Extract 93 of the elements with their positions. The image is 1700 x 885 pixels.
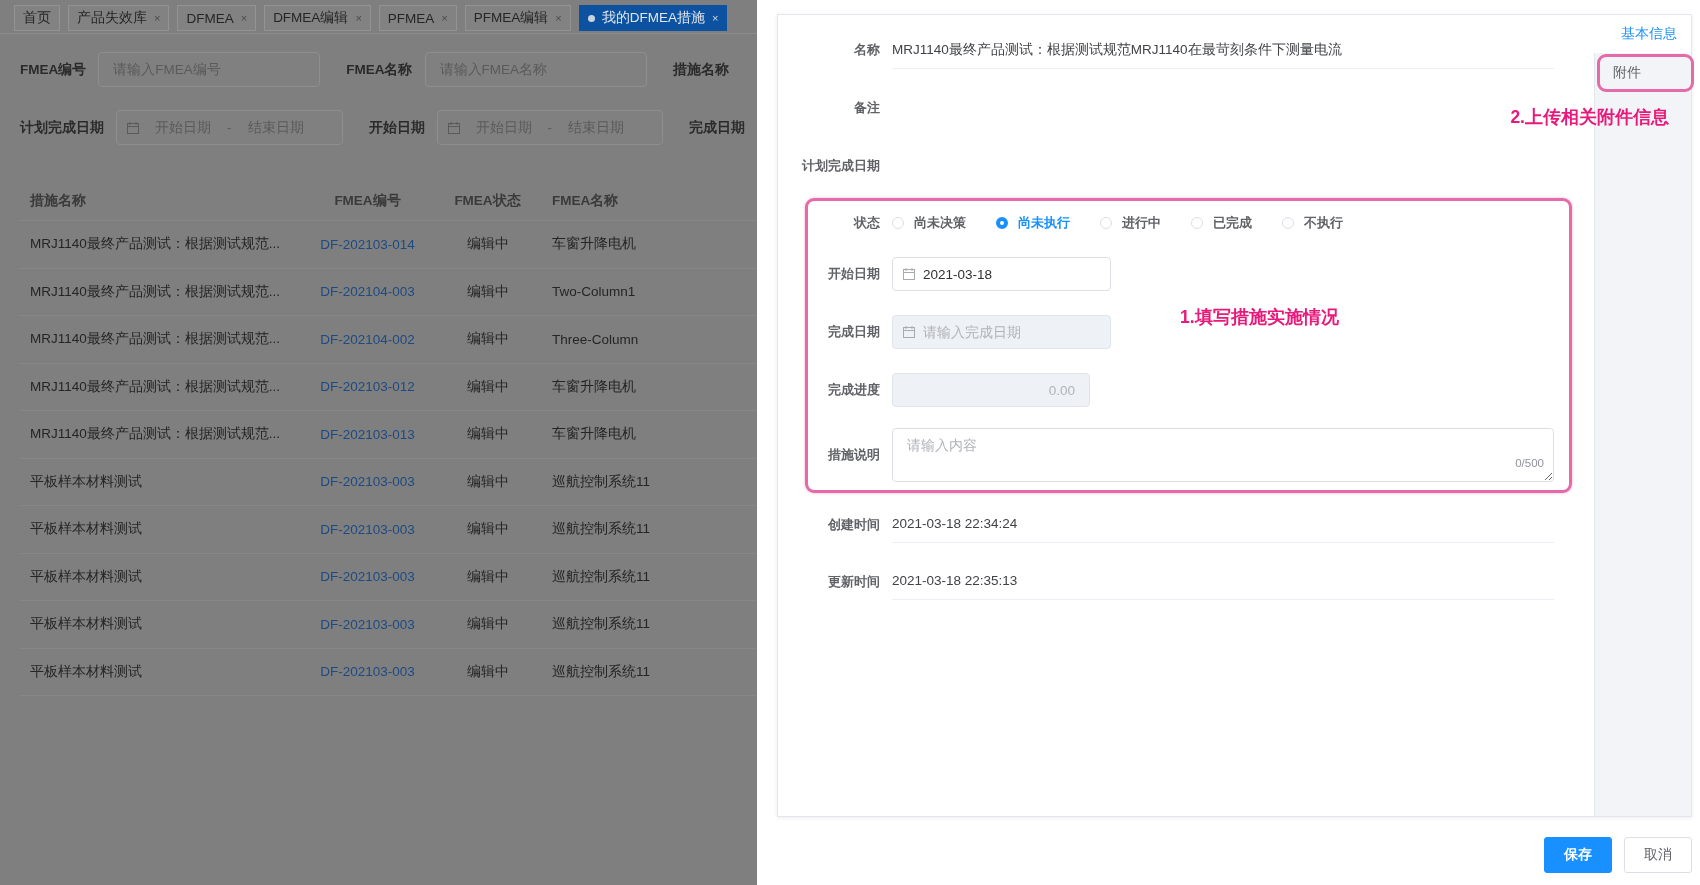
filter-label: 开始日期 [368, 118, 425, 137]
fmea-code-link[interactable]: DF-202104-003 [310, 284, 425, 300]
table-cell-text: 编辑中 [465, 377, 510, 396]
field-value: 2021-03-18 22:34:24 [892, 506, 1554, 543]
cancel-button[interactable]: 取消 [1624, 837, 1692, 873]
table-cell-text: 平板样本材料测试 [29, 662, 143, 681]
tab[interactable]: PFMEA编辑 × [464, 5, 571, 31]
date-field[interactable]: 2021-03-18 [892, 257, 1111, 291]
field-label: 创建时间 [827, 515, 880, 534]
table-cell-text: 编辑中 [465, 567, 510, 586]
tab[interactable]: 产品失效库 × [68, 5, 170, 31]
table-cell-text: 编辑中 [465, 472, 510, 491]
table-cell-text: 编辑中 [465, 662, 510, 681]
radio-label[interactable]: 尚未执行 [1018, 214, 1070, 232]
filter-label: 措施名称 [672, 60, 729, 79]
table-cell-text: 车窗升降电机 [551, 235, 636, 254]
field-label: 状态 [852, 214, 880, 232]
table-cell-text: 编辑中 [465, 235, 510, 254]
field-label: 完成日期 [827, 323, 880, 341]
radio-label[interactable]: 已完成 [1213, 214, 1252, 232]
save-button[interactable]: 保存 [1544, 837, 1612, 873]
table-cell-text: 编辑中 [465, 330, 510, 349]
table-cell-text: 车窗升降电机 [551, 377, 636, 396]
table-cell-text: 巡航控制系统11 [551, 567, 650, 586]
table-cell-text: 编辑中 [465, 615, 510, 634]
column-header: 措施名称 [29, 192, 87, 210]
table-cell-text: 平板样本材料测试 [29, 567, 143, 586]
filter-label: FMEA名称 [346, 60, 413, 79]
field-value: MRJ1140最终产品测试：根据测试规范MRJ1140在最苛刻条件下测量电流 [892, 31, 1554, 69]
fmea-code-link[interactable]: DF-202103-014 [310, 236, 425, 252]
calendar-icon [447, 121, 460, 134]
table-cell-text: Two-Column1 [551, 284, 636, 300]
column-header: FMEA编号 [333, 192, 402, 210]
table-cell-text: 编辑中 [465, 282, 510, 301]
field-label: 名称 [853, 41, 880, 59]
field-label: 计划完成日期 [801, 157, 880, 175]
field-value: 2021-03-18 22:35:13 [892, 563, 1554, 600]
table-cell-text: 巡航控制系统11 [551, 520, 650, 539]
close-icon[interactable]: × [240, 12, 248, 24]
field-label: 备注 [853, 99, 880, 117]
side-nav-item[interactable]: 附件 [1597, 54, 1694, 92]
fmea-code-link[interactable]: DF-202103-003 [310, 664, 425, 680]
field-label: 完成进度 [827, 381, 880, 399]
table-cell-text: Three-Column [551, 331, 639, 347]
table-cell-text: 巡航控制系统11 [551, 615, 650, 634]
tab[interactable]: 我的DFMEA措施 × [578, 5, 728, 31]
table-cell-text: MRJ1140最终产品测试：根据测试规范... [29, 282, 282, 301]
radio-label[interactable]: 不执行 [1304, 214, 1343, 232]
close-icon[interactable]: × [711, 12, 719, 24]
fmea-code-link[interactable]: DF-202103-012 [310, 379, 425, 395]
column-header: FMEA状态 [453, 192, 522, 210]
table-cell-text: 编辑中 [465, 425, 510, 444]
tab[interactable]: DFMEA × [177, 5, 257, 31]
radio-button[interactable] [996, 217, 1008, 229]
filter-label: FMEA编号 [20, 60, 87, 79]
table-cell-text: MRJ1140最终产品测试：根据测试规范... [29, 425, 282, 444]
annotation-text: 2.上传相关附件信息 [1510, 106, 1669, 129]
close-icon[interactable]: × [441, 12, 448, 24]
radio-label[interactable]: 进行中 [1122, 214, 1161, 232]
fmea-code-link[interactable]: DF-202103-003 [310, 616, 425, 632]
table-cell-text: 平板样本材料测试 [29, 520, 143, 539]
fmea-code-link[interactable]: DF-202103-003 [310, 521, 425, 537]
radio-label[interactable]: 尚未决策 [914, 214, 966, 232]
tab[interactable]: PFMEA × [378, 5, 457, 31]
fmea-code-link[interactable]: DF-202104-002 [310, 331, 425, 347]
field-label: 开始日期 [827, 265, 880, 283]
fmea-code-link[interactable]: DF-202103-013 [310, 426, 425, 442]
annotation-text: 1.填写措施实施情况 [1180, 306, 1339, 329]
fmea-code-link[interactable]: DF-202103-003 [310, 569, 425, 585]
dot-icon [587, 14, 595, 22]
table-cell-text: 平板样本材料测试 [29, 472, 143, 491]
table-cell-text: MRJ1140最终产品测试：根据测试规范... [29, 377, 282, 396]
filter-label: 计划完成日期 [20, 118, 104, 137]
table-cell-text: 编辑中 [465, 520, 510, 539]
table-cell-text: 平板样本材料测试 [29, 615, 143, 634]
tab[interactable]: DFMEA编辑 × [264, 5, 371, 31]
fmea-code-link[interactable]: DF-202103-003 [310, 474, 425, 490]
close-icon[interactable]: × [555, 12, 562, 24]
close-icon[interactable]: × [154, 12, 161, 24]
table-cell-text: 巡航控制系统11 [551, 662, 650, 681]
side-nav-item[interactable]: 基本信息 [1594, 15, 1691, 53]
field-label: 措施说明 [827, 445, 880, 464]
table-cell-text: MRJ1140最终产品测试：根据测试规范... [29, 330, 282, 349]
tab[interactable]: 首页 [14, 5, 60, 31]
close-icon[interactable]: × [355, 12, 362, 24]
table-cell-text: 巡航控制系统11 [551, 472, 650, 491]
calendar-icon [127, 121, 139, 134]
field-label: 更新时间 [827, 572, 880, 591]
filter-label: 完成日期 [689, 118, 745, 137]
char-counter: 0/500 [1515, 456, 1544, 469]
table-cell-text: 车窗升降电机 [551, 425, 636, 444]
column-header: FMEA名称 [551, 192, 619, 210]
table-cell-text: MRJ1140最终产品测试：根据测试规范... [29, 235, 282, 254]
